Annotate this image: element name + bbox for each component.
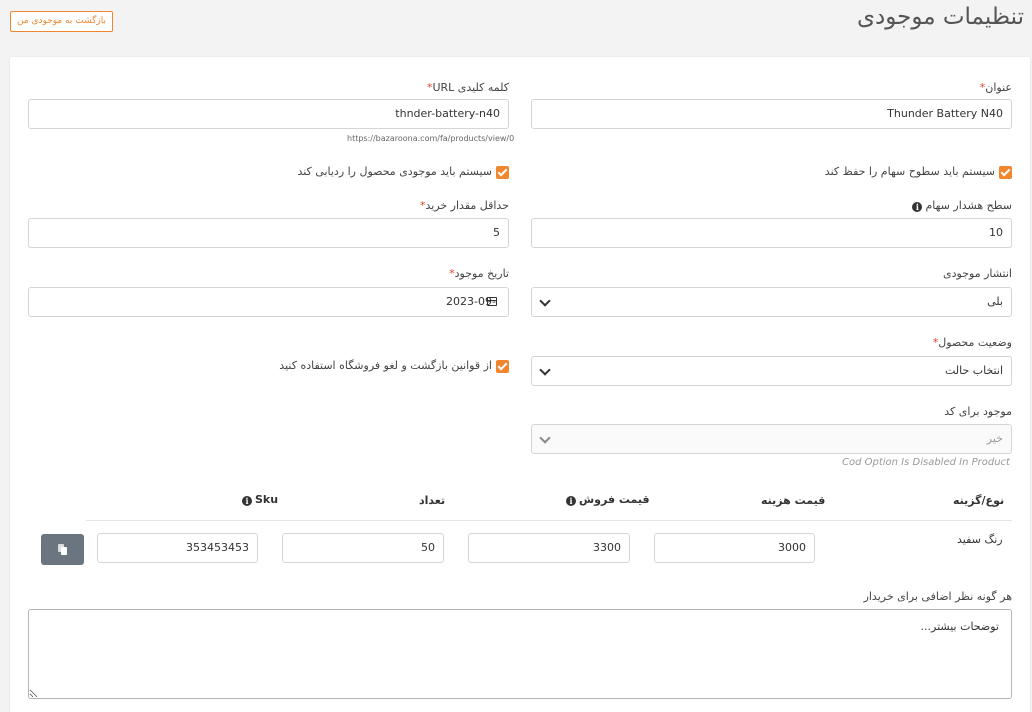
return-policy-checkbox[interactable] xyxy=(496,360,509,373)
calendar-icon[interactable] xyxy=(487,297,497,306)
keep-stock-levels-checkbox[interactable] xyxy=(999,166,1012,179)
variant-quantity-input[interactable]: 50 xyxy=(282,533,444,563)
info-icon: i xyxy=(912,202,923,212)
cod-select: خیر xyxy=(531,424,1012,454)
header-price: قیمت فروشi xyxy=(563,493,650,506)
info-icon: i xyxy=(566,496,576,506)
min-purchase-label: حداقل مقدار خرید* xyxy=(419,199,509,212)
stock-alert-label: سطح هشدار سهامi xyxy=(909,199,1012,212)
publish-selected-value: بلی xyxy=(987,295,1003,308)
product-status-label: وضعیت محصول* xyxy=(932,336,1012,349)
track-inventory-checkbox[interactable] xyxy=(496,166,509,179)
url-keyword-input[interactable]: thnder-battery-n40 xyxy=(28,99,509,129)
table-divider xyxy=(86,520,1012,521)
publish-select[interactable]: بلی xyxy=(531,287,1012,317)
url-keyword-label: کلمه کلیدی URL* xyxy=(426,81,509,94)
page-title: تنظیمات موجودی xyxy=(857,4,1024,30)
stock-alert-input[interactable]: 10 xyxy=(531,218,1012,248)
back-to-inventory-button[interactable]: بازگشت به موجودی من xyxy=(10,11,113,32)
keep-stock-levels-label: سیستم باید سطوح سهام را حفظ کند xyxy=(824,165,995,178)
return-policy-label: از قوانین بازگشت و لغو فروشگاه استفاده ک… xyxy=(279,359,492,372)
publish-label: انتشار موجودی xyxy=(943,267,1012,280)
url-hint: https://bazaroona.com/fa/products/view/0 xyxy=(347,134,515,143)
cod-selected-value: خیر xyxy=(986,432,1003,445)
variant-type: رنگ سفید xyxy=(957,533,1003,546)
header-type: نوع/گزینه xyxy=(953,494,1005,507)
inventory-date-label: تاریخ موجود* xyxy=(449,267,509,280)
product-status-select[interactable]: انتخاب حالت xyxy=(531,356,1012,386)
header-cost: قیمت هزینه xyxy=(761,494,826,507)
header-quantity: تعداد xyxy=(419,494,446,507)
inventory-date-input[interactable]: 2023-09- xyxy=(28,287,509,317)
chevron-down-icon xyxy=(539,432,551,444)
variant-sku-input[interactable]: 353453453 xyxy=(97,533,258,563)
chevron-down-icon xyxy=(539,364,551,376)
settings-card: عنوان* Thunder Battery N40 کلمه کلیدی UR… xyxy=(10,57,1030,712)
title-label: عنوان* xyxy=(979,81,1012,94)
info-icon: i xyxy=(242,496,252,506)
variant-price-input[interactable]: 3300 xyxy=(468,533,630,563)
header-sku: Skui xyxy=(239,493,278,506)
notes-textarea[interactable]: توضحات بیشتر... xyxy=(28,609,1012,699)
min-purchase-input[interactable]: 5 xyxy=(28,218,509,248)
chevron-down-icon xyxy=(539,295,551,307)
title-input[interactable]: Thunder Battery N40 xyxy=(531,99,1012,129)
product-status-selected-value: انتخاب حالت xyxy=(944,364,1003,377)
notes-label: هر گونه نظر اضافی برای خریدار xyxy=(863,590,1012,603)
cod-label: موجود برای کد xyxy=(944,405,1012,418)
copy-variant-button[interactable] xyxy=(41,534,84,565)
track-inventory-label: سیستم باید موجودی محصول را ردیابی کند xyxy=(297,165,492,178)
cod-disabled-hint: Cod Option Is Disabled In Product xyxy=(842,457,1010,468)
variant-cost-input[interactable]: 3000 xyxy=(654,533,815,563)
